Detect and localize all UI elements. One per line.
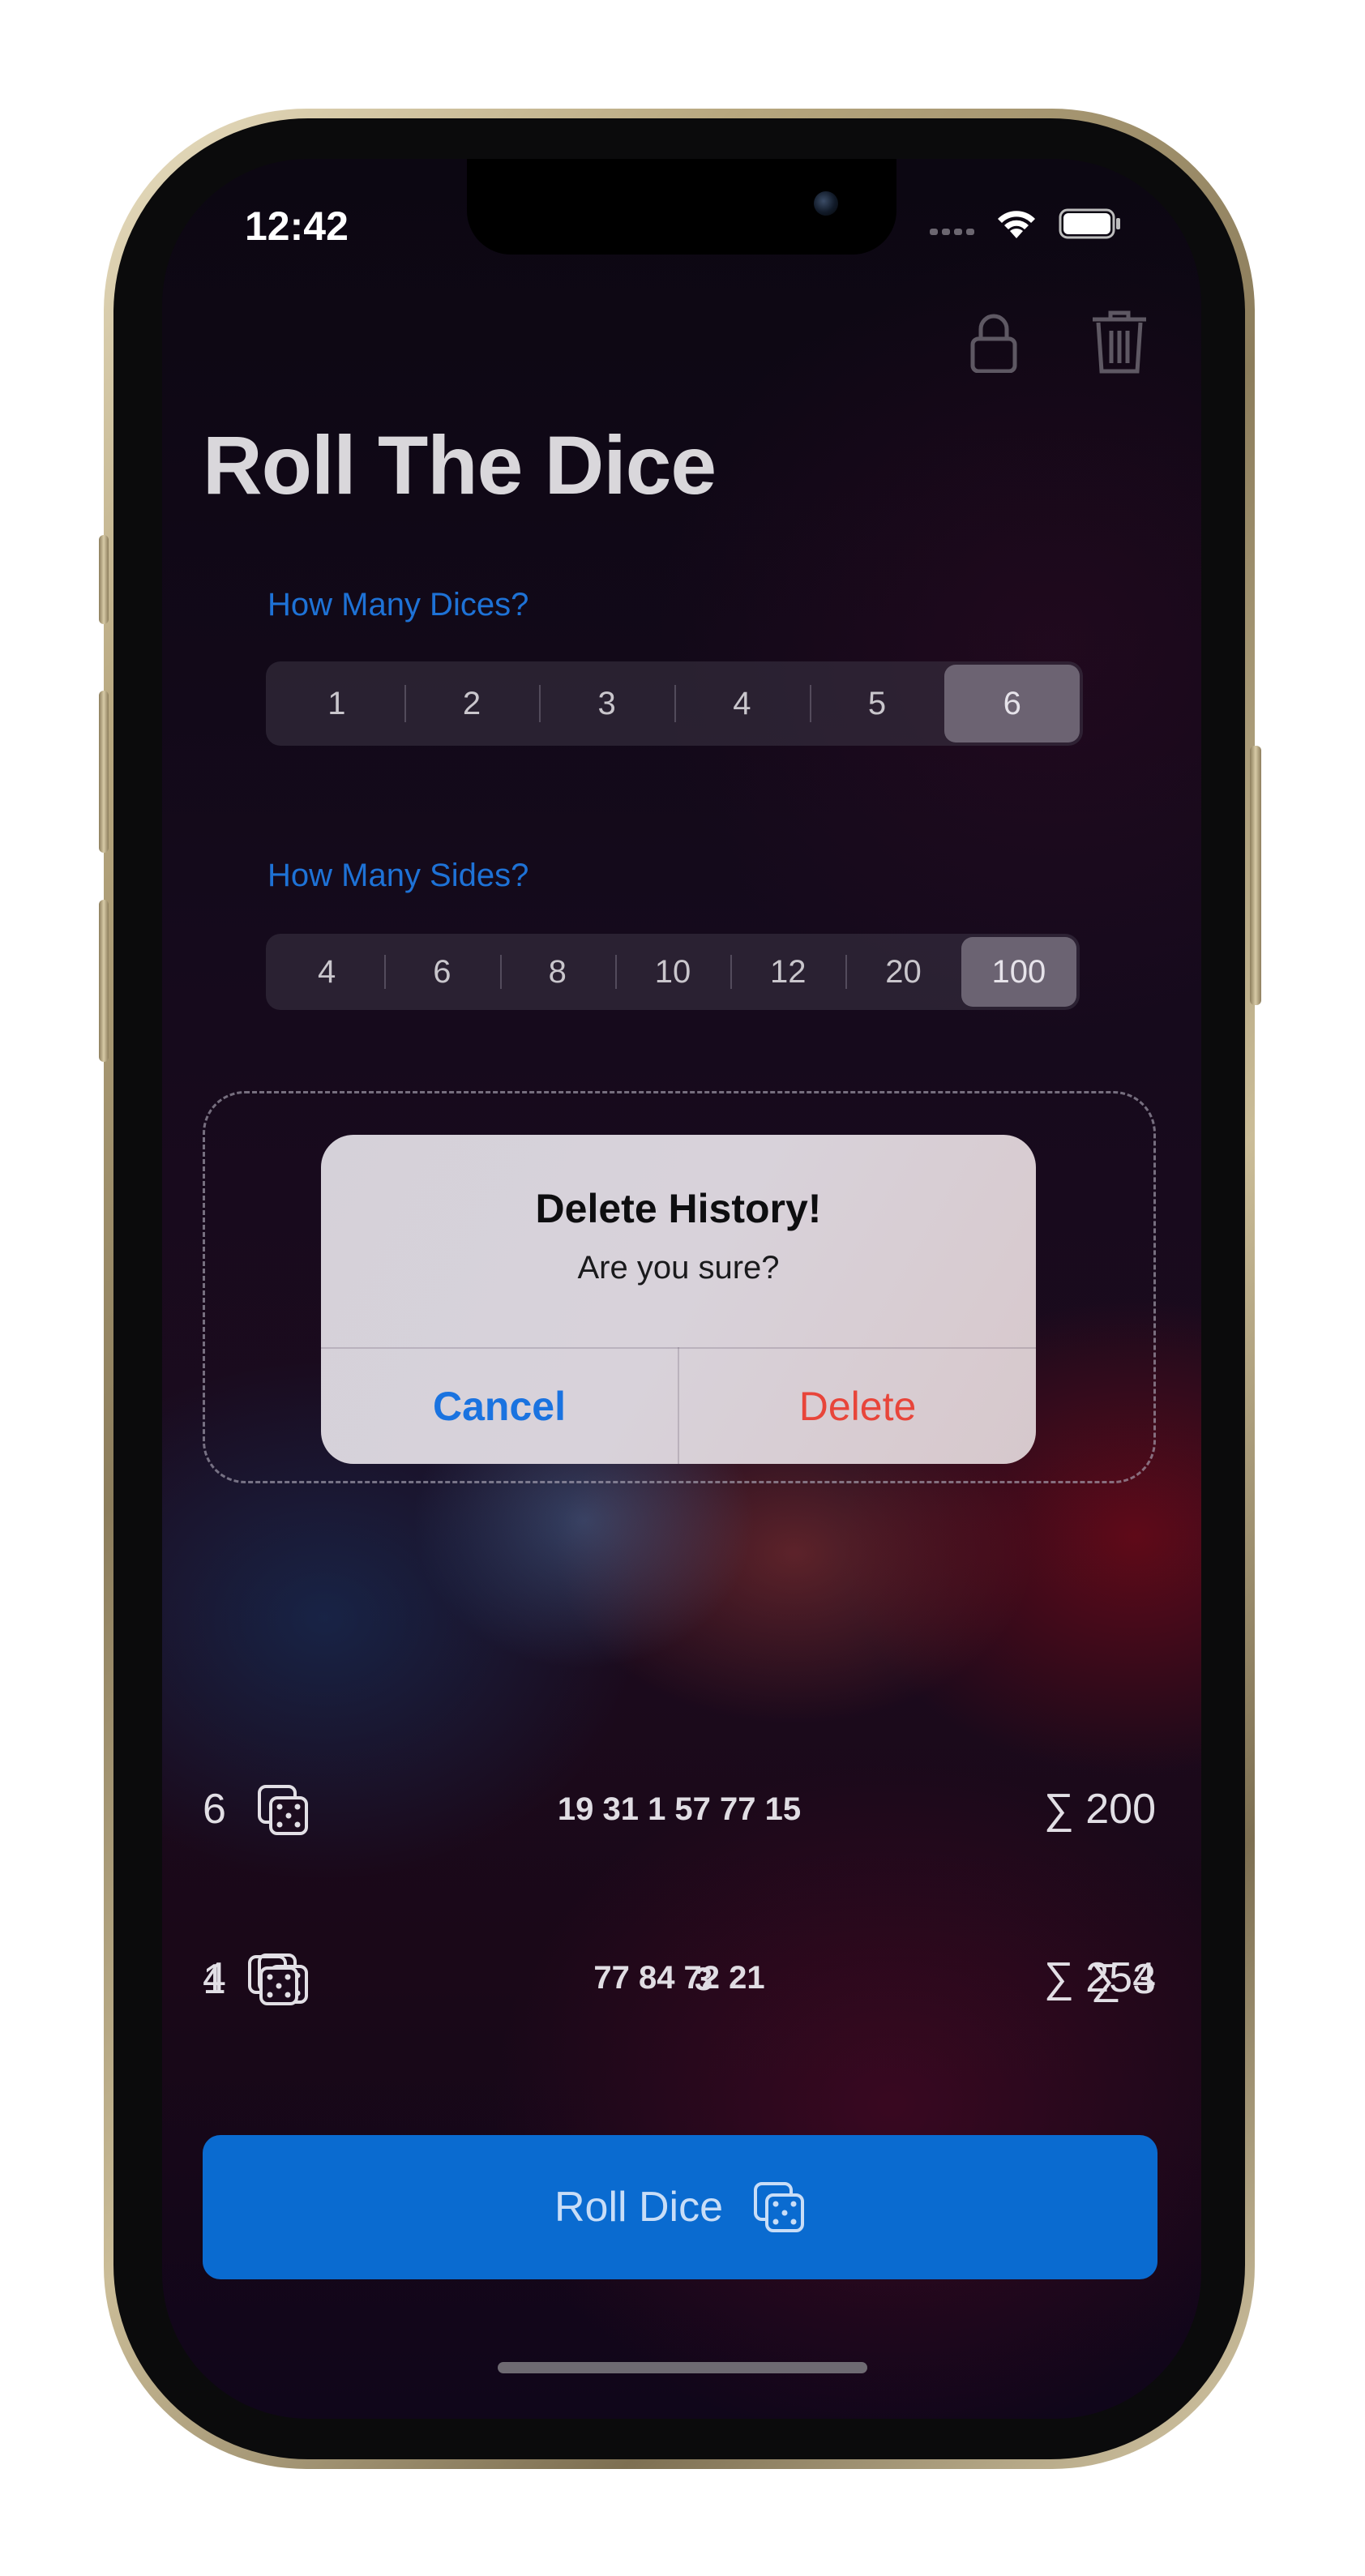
front-camera	[814, 191, 838, 216]
trash-icon[interactable]	[1091, 310, 1148, 374]
sides-option[interactable]: 10	[614, 937, 730, 1007]
delete-button[interactable]: Delete	[679, 1349, 1036, 1464]
alert-message: Are you sure?	[577, 1250, 780, 1286]
dice-option[interactable]: 1	[269, 665, 404, 742]
sides-count-label: How Many Sides?	[267, 858, 529, 893]
dice-count-picker[interactable]: 1 2 3 4 5 6	[266, 661, 1083, 746]
dice-option[interactable]: 3	[539, 665, 674, 742]
delete-history-alert: Delete History! Are you sure? Cancel Del…	[321, 1135, 1036, 1464]
sides-option[interactable]: 8	[499, 937, 615, 1007]
roll-dice-button[interactable]: Roll Dice	[203, 2135, 1157, 2279]
sides-count-picker[interactable]: 4 6 8 10 12 20 100	[266, 934, 1080, 1010]
cancel-button[interactable]: Cancel	[321, 1349, 678, 1464]
status-time: 12:42	[245, 203, 349, 249]
sides-option[interactable]: 20	[845, 937, 961, 1007]
dice-count: 1	[203, 1956, 226, 2003]
sides-option-selected[interactable]: 100	[961, 937, 1076, 1007]
screen: 12:42 Roll The Dice How Many Dices? 1 2	[162, 159, 1201, 2419]
notch	[467, 159, 896, 255]
power-button	[1250, 746, 1261, 1005]
history-row: 6 19 31 1 57 77 15 ∑ 200	[203, 1778, 1156, 1843]
dice-icon	[754, 2182, 805, 2232]
alert-title: Delete History!	[535, 1186, 822, 1231]
dice-option[interactable]: 2	[404, 665, 540, 742]
battery-icon	[1059, 208, 1120, 239]
dice-option-selected[interactable]: 6	[944, 665, 1080, 742]
volume-up-button	[99, 691, 109, 853]
roll-sum: ∑ 3	[1090, 1956, 1156, 2003]
lock-icon[interactable]	[969, 313, 1018, 373]
home-indicator[interactable]	[498, 2362, 867, 2373]
page-title: Roll The Dice	[203, 419, 717, 511]
wifi-icon	[998, 211, 1035, 238]
roll-sum: ∑ 200	[1043, 1786, 1156, 1833]
roll-values: 19 31 1 57 77 15	[557, 1791, 802, 1827]
sides-option[interactable]: 6	[384, 937, 499, 1007]
sides-option[interactable]: 12	[730, 937, 845, 1007]
silent-switch	[99, 535, 109, 624]
dice-option[interactable]: 4	[674, 665, 810, 742]
volume-down-button	[99, 900, 109, 1062]
history-row: 1 3 ∑ 3	[203, 1949, 1156, 2013]
cellular-signal-icon	[930, 229, 974, 235]
dice-count-label: How Many Dices?	[267, 587, 529, 623]
sides-option[interactable]: 4	[269, 937, 384, 1007]
status-icons	[930, 206, 1122, 242]
roll-dice-label: Roll Dice	[554, 2184, 724, 2231]
dice-option[interactable]: 5	[809, 665, 945, 742]
roll-values: 3	[694, 1962, 713, 1997]
